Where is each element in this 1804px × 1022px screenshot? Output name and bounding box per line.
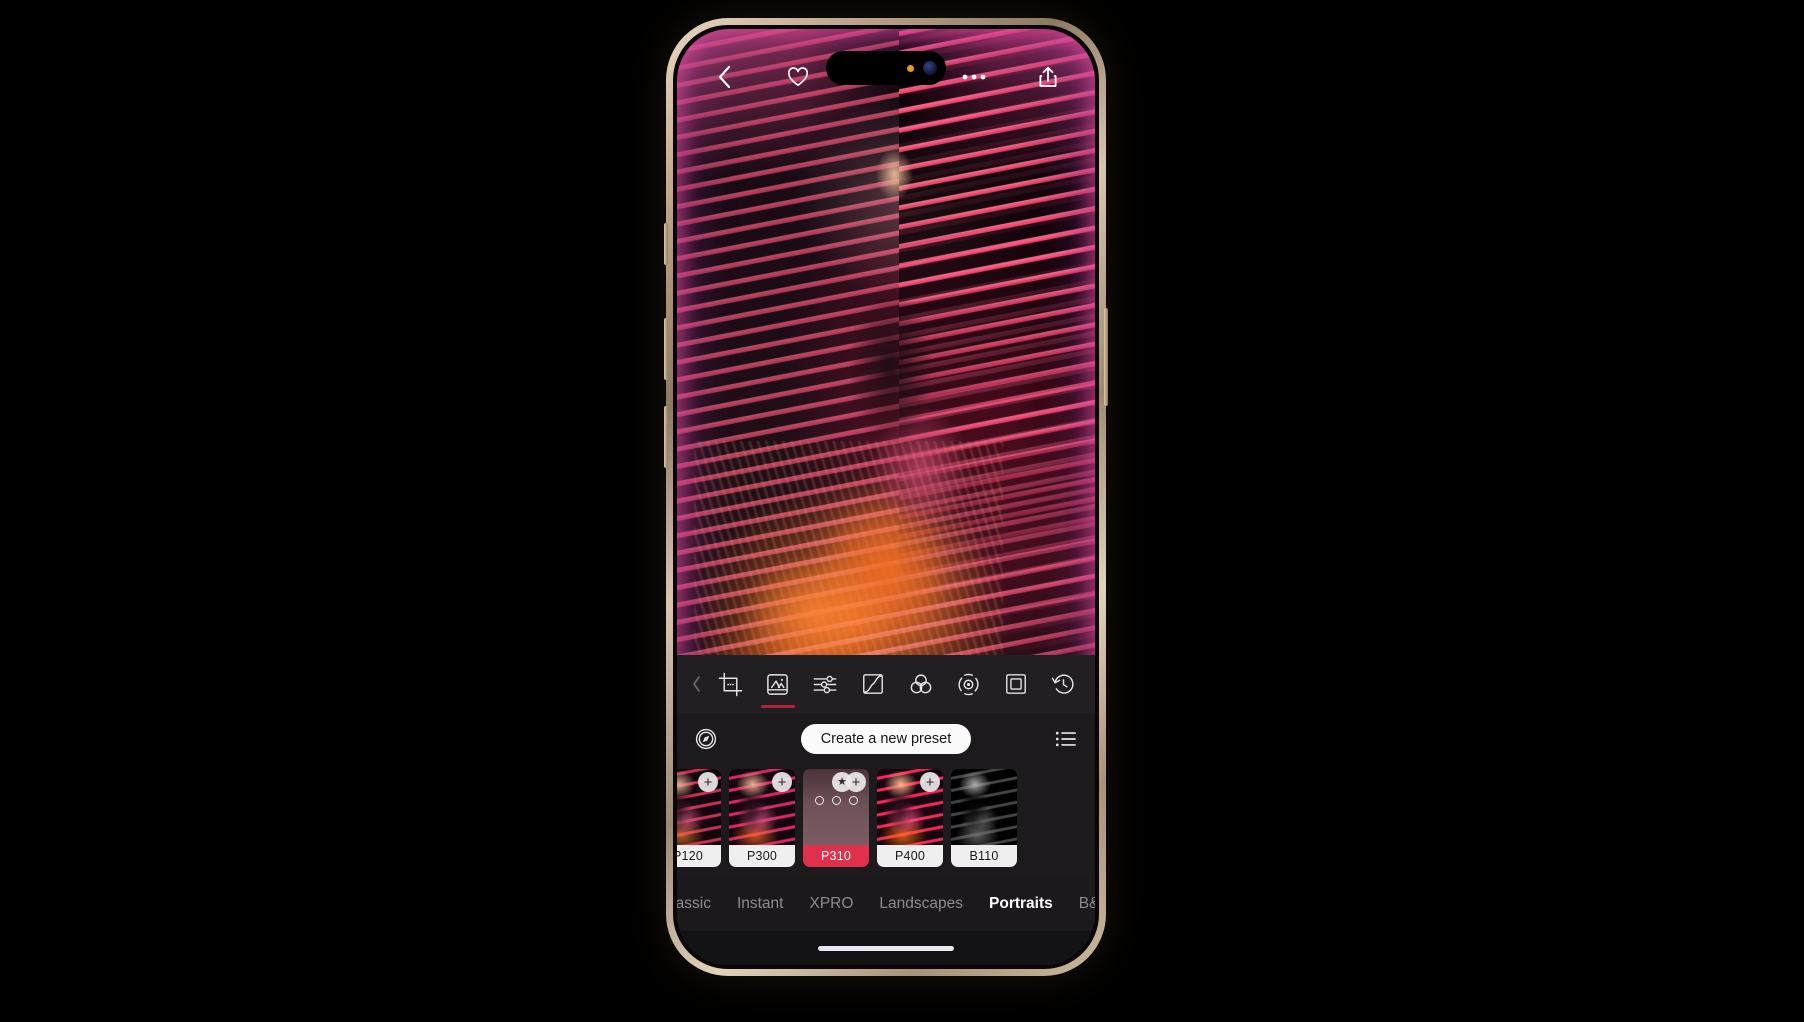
action-button[interactable] [664, 223, 668, 265]
explore-compass-icon[interactable] [691, 724, 721, 754]
preset-category-tabs[interactable]: Classic Instant XPRO Landscapes Portrait… [677, 877, 1095, 931]
ellipsis-more-icon[interactable] [957, 60, 991, 94]
home-indicator-area [677, 931, 1095, 965]
preset-label: P120 [677, 845, 721, 867]
create-new-preset-button[interactable]: Create a new preset [800, 724, 972, 754]
back-chevron-icon[interactable] [707, 60, 741, 94]
phone-bezel: Create a new preset + P120 + P300 ★ + P3… [673, 25, 1099, 969]
phone-screen: Create a new preset + P120 + P300 ★ + P3… [677, 29, 1095, 965]
preset-preview-thumbnail [951, 769, 1017, 845]
heart-icon[interactable] [781, 60, 815, 94]
preset-thumbnail-row[interactable]: + P120 + P300 ★ + P310 + P400 B110 [677, 765, 1095, 877]
tool-adjust-sliders-icon[interactable] [806, 658, 844, 710]
tab-portraits[interactable]: Portraits [989, 895, 1053, 913]
tool-presets-icon[interactable] [759, 658, 797, 710]
preset-intensity-dot[interactable] [831, 796, 841, 805]
tab-landscapes[interactable]: Landscapes [879, 895, 963, 913]
recording-indicator-dot [907, 64, 914, 72]
tools-scroll-left-chevron-icon[interactable] [685, 675, 707, 693]
preset-card-p400[interactable]: + P400 [877, 769, 943, 867]
category-tab-list: Classic Instant XPRO Landscapes Portrait… [677, 895, 1095, 913]
tool-list [707, 658, 1087, 710]
tab-bw[interactable]: B&W [1079, 895, 1095, 913]
preset-card-p300[interactable]: + P300 [729, 769, 795, 867]
preset-thumbnail-list: + P120 + P300 ★ + P310 + P400 B110 [677, 769, 1017, 867]
preset-intensity-dots[interactable] [803, 796, 869, 805]
preset-add-icon[interactable]: + [846, 772, 866, 792]
preset-add-icon[interactable]: + [920, 772, 940, 792]
tab-xpro[interactable]: XPRO [809, 895, 853, 913]
preset-add-icon[interactable]: + [772, 772, 792, 792]
volume-down-button[interactable] [664, 406, 668, 468]
editor-panel: Create a new preset + P120 + P300 ★ + P3… [677, 655, 1095, 965]
preset-card-b110[interactable]: B110 [951, 769, 1017, 867]
tab-classic[interactable]: Classic [677, 895, 711, 913]
phone-device-frame: Create a new preset + P120 + P300 ★ + P3… [664, 18, 1108, 976]
preset-actions-row: Create a new preset [677, 713, 1095, 765]
tool-strip [677, 655, 1095, 713]
preset-add-icon[interactable]: + [698, 772, 718, 792]
power-button[interactable] [1104, 308, 1108, 406]
tool-lens-blur-icon[interactable] [950, 658, 988, 710]
dynamic-island[interactable] [826, 51, 946, 85]
preset-label: P400 [877, 845, 943, 867]
volume-up-button[interactable] [664, 318, 668, 380]
tab-instant[interactable]: Instant [737, 895, 784, 913]
tool-crop-icon[interactable] [711, 658, 749, 710]
home-indicator-bar[interactable] [818, 945, 954, 951]
preset-card-p120[interactable]: + P120 [677, 769, 721, 867]
list-view-icon[interactable] [1051, 724, 1081, 754]
tool-color-wheels-icon[interactable] [902, 658, 940, 710]
share-icon[interactable] [1031, 60, 1065, 94]
preset-label: P300 [729, 845, 795, 867]
tool-frame-icon[interactable] [997, 658, 1035, 710]
tool-history-icon[interactable] [1045, 658, 1083, 710]
front-camera-lens [923, 61, 937, 75]
preset-label: B110 [951, 845, 1017, 867]
preset-card-p310-selected[interactable]: ★ + P310 [803, 769, 869, 867]
preset-label: P310 [803, 845, 869, 867]
preset-intensity-dot[interactable] [848, 796, 858, 805]
tool-curves-icon[interactable] [854, 658, 892, 710]
preset-intensity-dot[interactable] [814, 796, 824, 805]
screenshot-stage: Create a new preset + P120 + P300 ★ + P3… [0, 0, 1804, 1022]
